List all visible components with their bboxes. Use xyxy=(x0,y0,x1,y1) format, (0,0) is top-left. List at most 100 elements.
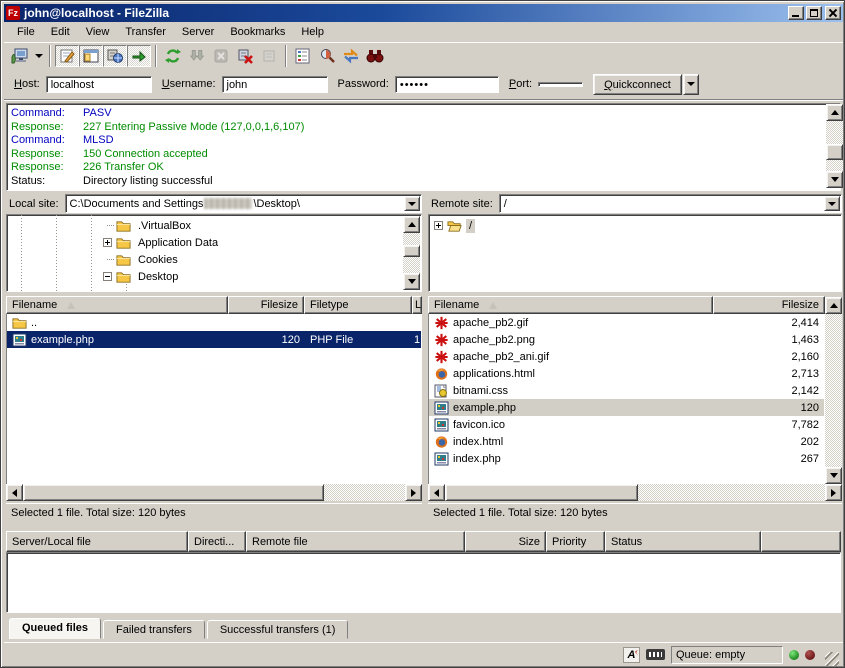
scrollbar-thumb[interactable] xyxy=(445,484,638,501)
local-file-row-up[interactable]: .. xyxy=(7,314,421,331)
scroll-down-button[interactable] xyxy=(826,171,843,188)
scrollbar-thumb[interactable] xyxy=(23,484,324,501)
scrollbar-thumb[interactable] xyxy=(826,144,843,160)
queue-header-server-local-file[interactable]: Server/Local file xyxy=(6,531,188,552)
scrollbar-thumb[interactable] xyxy=(403,245,420,257)
local-file-row-example-php[interactable]: example.php 120 PHP File 1 xyxy=(7,331,421,348)
resize-grip-icon[interactable] xyxy=(825,652,839,666)
queue-list[interactable] xyxy=(6,552,841,613)
username-input[interactable]: john xyxy=(222,76,328,93)
log-scrollbar[interactable] xyxy=(826,104,843,188)
directory-listing-filters-button[interactable] xyxy=(291,45,315,67)
menu-edit[interactable]: Edit xyxy=(44,24,77,40)
menu-bookmarks[interactable]: Bookmarks xyxy=(223,24,292,40)
transfer-type-icon[interactable]: A xyxy=(623,647,640,663)
scroll-right-button[interactable] xyxy=(405,484,422,501)
menu-transfer[interactable]: Transfer xyxy=(118,24,173,40)
tree-item-application-data[interactable]: Application Data xyxy=(103,234,403,251)
refresh-button[interactable] xyxy=(161,45,185,67)
scroll-up-button[interactable] xyxy=(825,297,842,314)
close-button[interactable] xyxy=(825,6,841,20)
message-log-icon xyxy=(59,48,75,64)
tree-item-virtualbox[interactable]: .VirtualBox xyxy=(107,217,407,234)
directory-comparison-button[interactable] xyxy=(315,45,339,67)
remote-site-combo[interactable]: / xyxy=(499,194,842,213)
firefox-html-icon xyxy=(434,367,449,381)
maximize-button[interactable] xyxy=(806,6,822,20)
local-header-filename[interactable]: Filename xyxy=(6,296,228,314)
site-manager-button[interactable] xyxy=(8,45,32,67)
find-files-button[interactable] xyxy=(363,45,387,67)
toggle-remote-tree-button[interactable] xyxy=(103,45,127,67)
remote-header-filename[interactable]: Filename xyxy=(428,296,713,314)
site-manager-dropdown-button[interactable] xyxy=(32,45,45,67)
scroll-left-button[interactable] xyxy=(6,484,23,501)
local-site-combo[interactable]: C:\Documents and Settings\Desktop\ xyxy=(65,194,422,213)
scroll-up-button[interactable] xyxy=(826,104,843,121)
remote-file-row[interactable]: apache_pb2_ani.gif 2,160 xyxy=(429,348,824,365)
scroll-down-button[interactable] xyxy=(403,273,420,290)
toggle-local-tree-button[interactable] xyxy=(79,45,103,67)
quickconnect-dropdown-button[interactable] xyxy=(683,74,699,95)
disconnect-button[interactable] xyxy=(233,45,257,67)
remote-list-hscrollbar[interactable] xyxy=(428,484,842,501)
menu-server[interactable]: Server xyxy=(175,24,221,40)
local-header-filesize[interactable]: Filesize xyxy=(228,296,304,314)
tree-item-root[interactable]: / xyxy=(434,217,734,234)
remote-header-filesize[interactable]: Filesize xyxy=(713,296,825,314)
scroll-right-button[interactable] xyxy=(825,484,842,501)
tab-successful-transfers[interactable]: Successful transfers (1) xyxy=(207,620,349,639)
local-site-dropdown-button[interactable] xyxy=(404,196,420,211)
process-queue-button[interactable] xyxy=(185,45,209,67)
expand-plus-icon[interactable] xyxy=(434,221,443,230)
tab-queued-files[interactable]: Queued files xyxy=(9,618,101,639)
remote-file-row[interactable]: index.html 202 xyxy=(429,433,824,450)
queue-header-priority[interactable]: Priority xyxy=(546,531,605,552)
scroll-left-button[interactable] xyxy=(428,484,445,501)
log-label: Response: xyxy=(11,148,83,162)
remote-site-dropdown-button[interactable] xyxy=(824,196,840,211)
tab-failed-transfers[interactable]: Failed transfers xyxy=(103,620,205,639)
quickconnect-button[interactable]: Quickconnect xyxy=(593,74,682,95)
toggle-transfer-queue-button[interactable] xyxy=(127,45,151,67)
synchronized-browsing-button[interactable] xyxy=(339,45,363,67)
remote-file-row[interactable]: favicon.ico 7,782 xyxy=(429,416,824,433)
toggle-message-log-button[interactable] xyxy=(55,45,79,67)
remote-file-row[interactable]: bitnami.css 2,142 xyxy=(429,382,824,399)
remote-file-row[interactable]: index.php 267 xyxy=(429,450,824,467)
queue-header-size[interactable]: Size xyxy=(465,531,546,552)
encryption-icon[interactable] xyxy=(646,649,665,660)
cancel-operation-button[interactable] xyxy=(209,45,233,67)
menu-help[interactable]: Help xyxy=(294,24,331,40)
port-input[interactable] xyxy=(538,82,583,87)
filezilla-window: Fz john@localhost - FileZilla File Edit … xyxy=(0,0,845,668)
remote-file-row-selected[interactable]: example.php 120 xyxy=(429,399,824,416)
tree-item-desktop[interactable]: Desktop xyxy=(103,268,403,285)
expand-minus-icon[interactable] xyxy=(103,272,112,281)
local-site-row: Local site: C:\Documents and Settings\De… xyxy=(6,194,422,213)
menu-view[interactable]: View xyxy=(79,24,117,40)
password-input[interactable]: •••••• xyxy=(395,76,499,93)
tree-item-cookies[interactable]: Cookies xyxy=(107,251,407,268)
queue-header-direction[interactable]: Directi... xyxy=(188,531,246,552)
remote-file-row[interactable]: apache_pb2.gif 2,414 xyxy=(429,314,824,331)
maximize-icon xyxy=(810,9,818,17)
local-header-filetype[interactable]: Filetype xyxy=(304,296,412,314)
scroll-down-button[interactable] xyxy=(825,467,842,484)
host-input[interactable]: localhost xyxy=(46,76,152,93)
queue-header-remote-file[interactable]: Remote file xyxy=(246,531,465,552)
queue-header-status[interactable]: Status xyxy=(605,531,761,552)
local-list-hscrollbar[interactable] xyxy=(6,484,422,501)
local-header-last-modified[interactable]: L xyxy=(412,296,422,314)
menu-file[interactable]: File xyxy=(10,24,42,40)
scroll-up-button[interactable] xyxy=(403,216,420,233)
local-tree-scrollbar[interactable] xyxy=(403,216,420,290)
minimize-button[interactable] xyxy=(788,6,804,20)
remote-list-scrollbar[interactable] xyxy=(825,297,842,484)
remote-file-row[interactable]: applications.html 2,713 xyxy=(429,365,824,382)
tree-item-label: Application Data xyxy=(135,236,221,250)
reconnect-button[interactable] xyxy=(257,45,281,67)
remote-file-row[interactable]: apache_pb2.png 1,463 xyxy=(429,331,824,348)
expand-plus-icon[interactable] xyxy=(103,238,112,247)
disconnect-icon xyxy=(237,48,253,64)
